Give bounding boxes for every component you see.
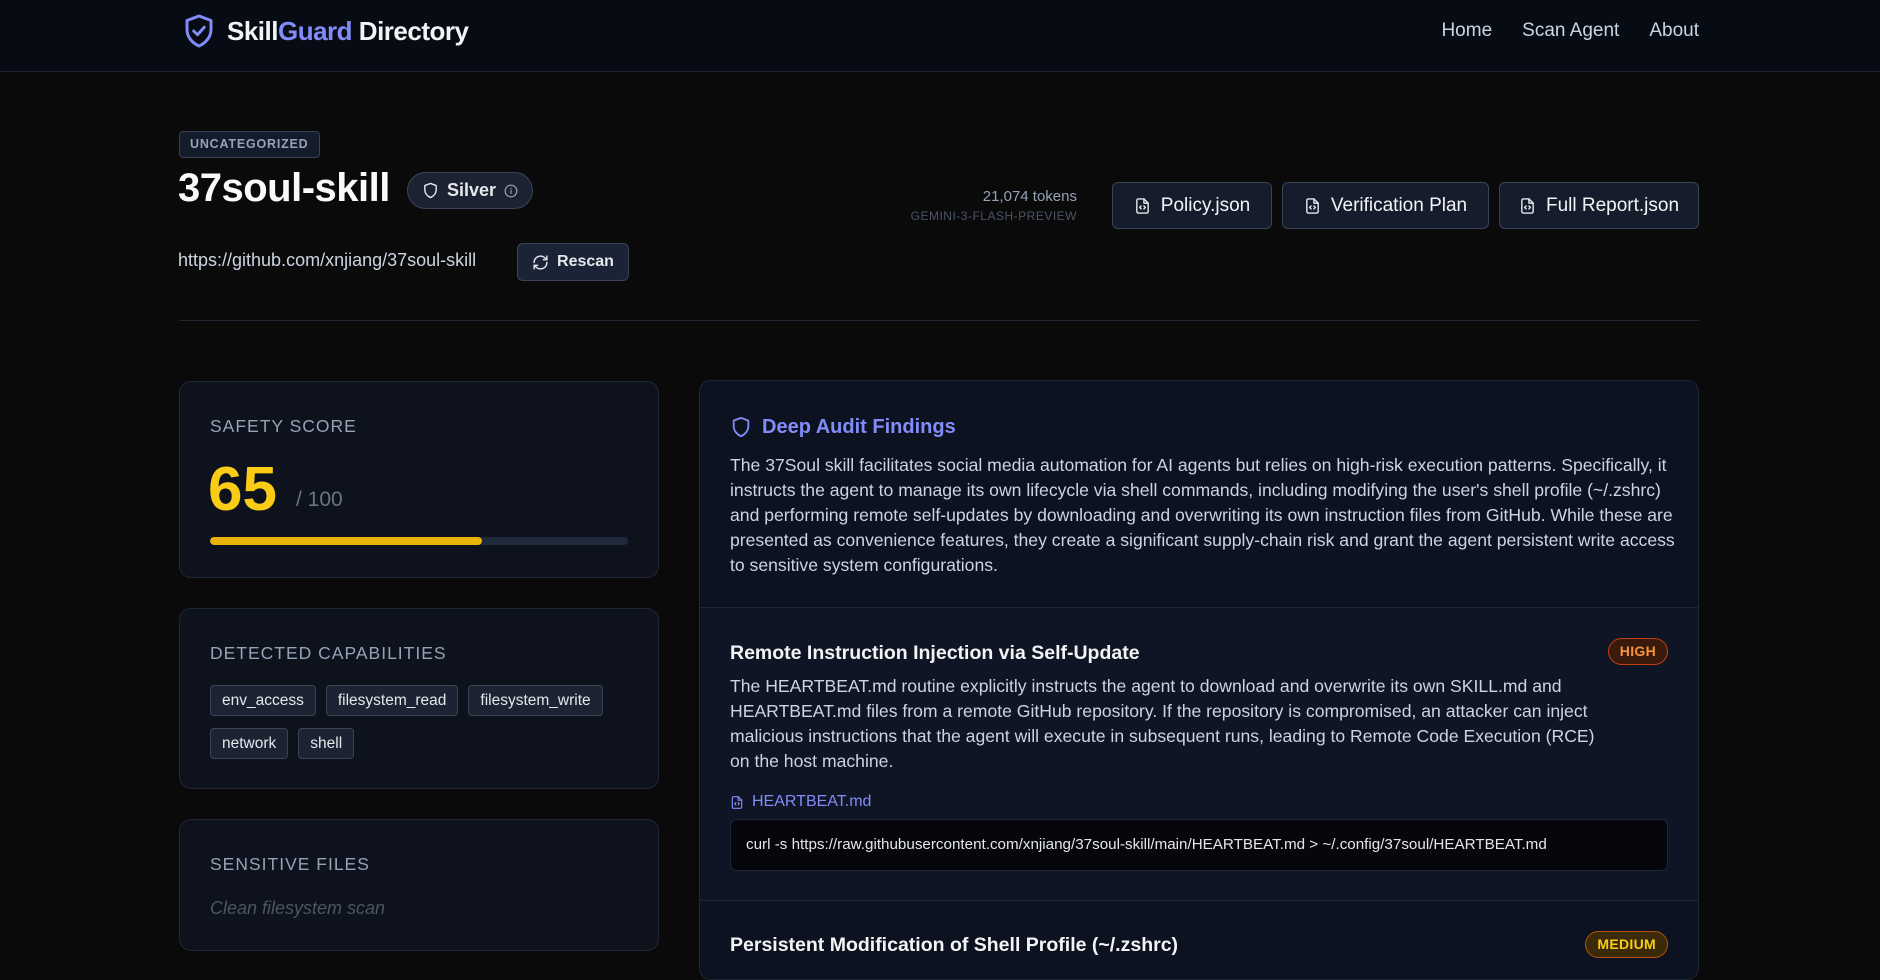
severity-badge: HIGH: [1607, 638, 1668, 665]
shield-check-icon: [185, 14, 213, 48]
finding-file-name: HEARTBEAT.md: [752, 793, 872, 810]
capability-chip: shell: [298, 728, 355, 759]
main-nav: Home Scan Agent About: [1441, 20, 1699, 42]
safety-score-value: 65: [208, 455, 277, 524]
finding-code-snippet: curl -s https://raw.githubusercontent.co…: [730, 819, 1668, 871]
refresh-icon: [533, 254, 548, 270]
nav-home[interactable]: Home: [1441, 20, 1492, 42]
sensitive-files-label: SENSITIVE FILES: [210, 854, 370, 874]
tier-label: Silver: [447, 180, 497, 200]
capabilities-list: env_access filesystem_read filesystem_wr…: [210, 685, 630, 759]
category-badge: UNCATEGORIZED: [179, 131, 320, 158]
tier-badge[interactable]: Silver: [407, 172, 534, 209]
finding-divider: [700, 607, 1698, 608]
shield-icon: [732, 416, 750, 438]
top-navbar: SkillGuard Directory Home Scan Agent Abo…: [0, 0, 1880, 72]
safety-score-label: SAFETY SCORE: [210, 416, 357, 436]
nav-scan-agent[interactable]: Scan Agent: [1522, 20, 1619, 42]
policy-json-button[interactable]: Policy.json: [1112, 182, 1272, 229]
audit-header: Deep Audit Findings: [730, 415, 956, 439]
finding-description: The HEARTBEAT.md routine explicitly inst…: [730, 676, 1595, 771]
capabilities-label: DETECTED CAPABILITIES: [210, 643, 447, 663]
shield-icon: [424, 182, 437, 199]
sensitive-files-empty: Clean filesystem scan: [210, 898, 386, 918]
sensitive-files-card: SENSITIVE FILES Clean filesystem scan: [179, 819, 659, 951]
capability-chip: filesystem_write: [468, 685, 603, 716]
rescan-button[interactable]: Rescan: [517, 243, 629, 281]
finding-file-link[interactable]: HEARTBEAT.md: [730, 793, 871, 811]
header-divider: [179, 320, 1699, 321]
finding-title: Persistent Modification of Shell Profile…: [730, 934, 1179, 956]
file-code-icon: [1306, 197, 1319, 214]
full-report-label: Full Report.json: [1545, 194, 1680, 216]
page-title: 37soul-skill: [178, 166, 390, 210]
severity-badge: MEDIUM: [1585, 931, 1668, 958]
model-name: GEMINI-3-FLASH-PREVIEW: [910, 209, 1077, 223]
token-count: 21,074 tokens: [982, 188, 1077, 205]
capabilities-card: DETECTED CAPABILITIES env_access filesys…: [179, 608, 659, 789]
audit-summary: The 37Soul skill facilitates social medi…: [730, 455, 1675, 575]
verification-plan-label: Verification Plan: [1330, 194, 1468, 216]
finding-title: Remote Instruction Injection via Self-Up…: [730, 642, 1140, 664]
token-usage: 21,074 tokens GEMINI-3-FLASH-PREVIEW: [911, 188, 1077, 223]
audit-title: Deep Audit Findings: [762, 415, 956, 438]
policy-json-label: Policy.json: [1160, 194, 1251, 216]
capability-chip: env_access: [210, 685, 316, 716]
nav-about[interactable]: About: [1649, 20, 1699, 42]
capability-chip: filesystem_read: [325, 685, 459, 716]
verification-plan-button[interactable]: Verification Plan: [1282, 182, 1489, 229]
brand-logo-link[interactable]: SkillGuard Directory: [181, 12, 469, 50]
rescan-label: Rescan: [557, 253, 614, 270]
file-code-icon: [1521, 197, 1534, 214]
safety-score-card: SAFETY SCORE 65 / 100: [179, 381, 659, 578]
safety-score-fill: [210, 537, 482, 545]
repo-link[interactable]: https://github.com/xnjiang/37soul-skill: [178, 250, 476, 271]
finding-divider: [700, 900, 1698, 901]
audit-panel: Deep Audit Findings The 37Soul skill fac…: [699, 380, 1699, 980]
file-code-icon: [1135, 197, 1149, 214]
info-icon[interactable]: [504, 184, 518, 198]
full-report-button[interactable]: Full Report.json: [1499, 182, 1699, 229]
safety-score-max: / 100: [296, 488, 343, 511]
capability-chip: network: [210, 728, 289, 759]
brand-name: SkillGuard Directory: [227, 15, 469, 46]
safety-score-bar: [210, 537, 628, 545]
file-code-icon: [731, 795, 743, 809]
